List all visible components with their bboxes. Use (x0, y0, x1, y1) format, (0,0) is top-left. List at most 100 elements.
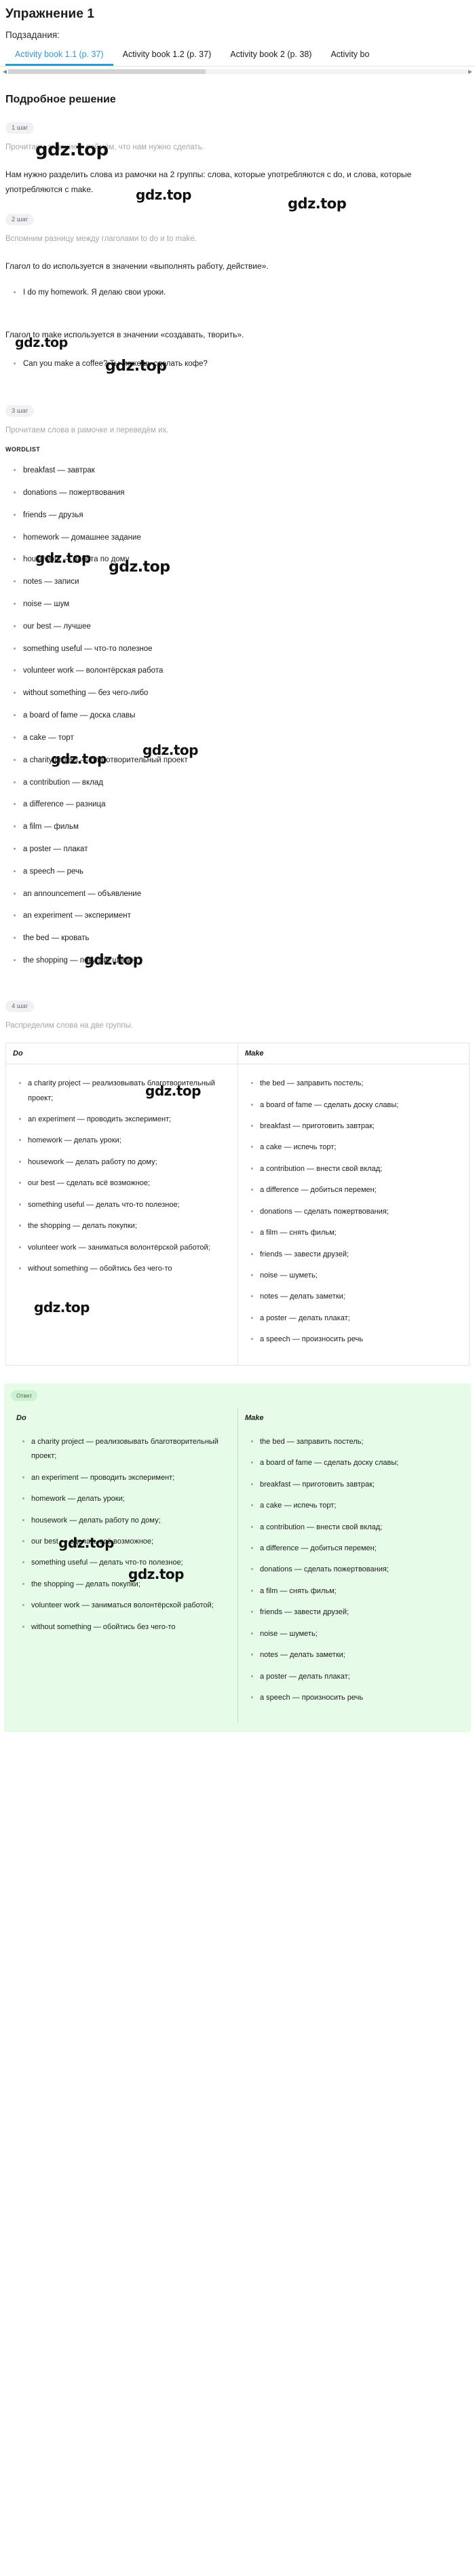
list-item: a speech — речь (14, 866, 470, 878)
list-item: a poster — делать плакат; (251, 1311, 465, 1326)
subtask-tabs: Activity book 1.1 (p. 37) Activity book 1… (0, 47, 475, 76)
answer-make-item-list: the bed — заправить постель; a board of f… (242, 1435, 461, 1706)
list-item: a contribution — внести свой вклад; (251, 1162, 465, 1176)
do-item-list: a charity project — реализовывать благот… (10, 1077, 233, 1276)
make-item-list: the bed — заправить постель; a board of f… (242, 1077, 465, 1347)
tab-list[interactable]: Activity book 1.1 (p. 37) Activity book 1… (0, 47, 475, 66)
list-item: Can you make a coffee? Ты можешь сделать… (14, 358, 470, 371)
list-item: our best — сделать всё возможное; (19, 1176, 233, 1191)
list-item: a contribution — внести свой вклад; (251, 1520, 461, 1535)
list-item: volunteer work — волонтёрская работа (14, 665, 470, 677)
list-item: a difference — добиться перемен; (251, 1542, 461, 1556)
list-item: noise — шум (14, 599, 470, 611)
list-item: without something — обойтись без чего-то (19, 1262, 233, 1276)
exercise-page: Упражнение 1 Подзадания: Activity book 1… (0, 0, 475, 1746)
list-item: a charity project — реализовывать благот… (22, 1435, 233, 1464)
list-item: our best — лучшее (14, 621, 470, 633)
list-item: volunteer work — заниматься волонтёрской… (19, 1241, 233, 1255)
list-item: a difference — разница (14, 799, 470, 811)
list-item: housework — делать работу по дому; (22, 1514, 233, 1528)
list-item: a poster — делать плакат; (251, 1670, 461, 1684)
list-item: a charity project — благотворительный пр… (14, 755, 470, 767)
tab-2[interactable]: Activity book 2 (p. 38) (221, 47, 321, 66)
step-2-example-make-list: Can you make a coffee? Ты можешь сделать… (0, 358, 475, 371)
list-item: I do my homework. Я делаю свои уроки. (14, 287, 470, 299)
answer-cell-do: a charity project — реализовывать благот… (10, 1428, 238, 1652)
list-item: the bed — заправить постель; (251, 1077, 465, 1091)
wordlist-items: breakfast — завтрак donations — пожертвов… (0, 465, 475, 967)
list-item: the shopping — делать покупки; (19, 1219, 233, 1233)
step-1-body: Нам нужно разделить слова из рамочки на … (5, 170, 412, 195)
answer-column-make: Make the bed — заправить постель; a board… (238, 1407, 466, 1723)
tab-1[interactable]: Activity book 1.2 (p. 37) (113, 47, 221, 66)
list-item: homework — делать уроки; (19, 1134, 233, 1148)
answer-do-make-table: Do a charity project — реализовывать бла… (10, 1407, 466, 1723)
scroll-right-arrow[interactable]: ▶ (467, 69, 474, 75)
list-item: a cake — торт (14, 732, 470, 745)
step-badge-3: 3 шаг (5, 405, 35, 417)
list-item: a contribution — вклад (14, 777, 470, 789)
list-item: the bed — кровать (14, 933, 470, 945)
answer-column-header-do: Do (16, 1413, 26, 1422)
list-item: housework — работа по дому (14, 554, 470, 566)
list-item: something useful — делать что-то полезно… (19, 1198, 233, 1212)
table-cell-do: a charity project — реализовывать благот… (6, 1064, 238, 1294)
scrollbar-track[interactable] (8, 69, 467, 74)
column-header-make: Make (238, 1043, 469, 1065)
answer-cell-make: the bed — заправить постель; a board of f… (238, 1428, 466, 1723)
solution-heading: Подробное решение (5, 94, 116, 105)
list-item: housework — делать работу по дому; (19, 1155, 233, 1170)
scroll-left-arrow[interactable]: ◀ (1, 69, 8, 75)
list-item: without something — без чего-либо (14, 688, 470, 700)
list-item: donations — сделать пожертвования; (251, 1205, 465, 1219)
answer-column-header-make: Make (245, 1413, 264, 1422)
answer-column-do: Do a charity project — реализовывать бла… (10, 1408, 238, 1723)
list-item: friends — завести друзей; (251, 1605, 461, 1620)
list-item: a speech — произносить речь (251, 1332, 465, 1347)
list-item: something useful — делать что-то полезно… (22, 1556, 233, 1570)
list-item: noise — шуметь; (251, 1627, 461, 1641)
tabs-scrollbar[interactable]: ◀ ▶ (0, 67, 475, 76)
step-4-instruction: Распределим слова на две группы. (5, 1021, 134, 1030)
list-item: homework — делать уроки; (22, 1492, 233, 1506)
list-item: volunteer work — заниматься волонтёрской… (22, 1599, 233, 1613)
list-item: a board of fame — доска славы (14, 710, 470, 722)
step-2-example-do-list: I do my homework. Я делаю свои уроки. (0, 287, 475, 299)
list-item: an experiment — проводить эксперимент; (19, 1113, 233, 1127)
step-3-instruction: Прочитаем слова в рамочке и переведём их… (5, 426, 169, 434)
list-item: notes — записи (14, 576, 470, 589)
list-item: the bed — заправить постель; (251, 1435, 461, 1449)
list-item: the shopping — делать покупки; (22, 1578, 233, 1592)
list-item: a board of fame — сделать доску славы; (251, 1456, 461, 1470)
list-item: donations — пожертвования (14, 487, 470, 500)
list-item: a film — фильм (14, 821, 470, 834)
tab-0[interactable]: Activity book 1.1 (p. 37) (5, 47, 113, 66)
column-header-do: Do (6, 1043, 238, 1065)
step-2-body-make: Глагол to make используется в значении «… (5, 329, 244, 339)
subtasks-label: Подзадания: (5, 30, 60, 40)
list-item: a speech — произносить речь (251, 1691, 461, 1705)
list-item: a film — снять фильм; (251, 1226, 465, 1240)
list-item: something useful — что-то полезное (14, 643, 470, 656)
list-item: a cake — испечь торт; (251, 1140, 465, 1155)
list-item: homework — домашнее задание (14, 532, 470, 544)
list-item: noise — шуметь; (251, 1269, 465, 1283)
list-item: a difference — добиться перемен; (251, 1183, 465, 1197)
list-item: an announcement — объявление (14, 889, 470, 901)
tab-3[interactable]: Activity bo (321, 47, 379, 66)
list-item: friends — друзья (14, 510, 470, 522)
list-item: breakfast — завтрак (14, 465, 470, 477)
table-column-make: Make the bed — заправить постель; a board… (238, 1043, 469, 1365)
list-item: our best — сделать всё возможное; (22, 1535, 233, 1549)
table-column-do: Do a charity project — реализовывать бла… (6, 1043, 238, 1365)
answer-badge: Ответ (11, 1389, 38, 1401)
step-badge-1: 1 шаг (5, 122, 35, 134)
table-cell-make: the bed — заправить постель; a board of f… (238, 1064, 469, 1365)
list-item: a board of fame — сделать доску славы; (251, 1098, 465, 1113)
watermark: gdz.top (288, 195, 347, 212)
list-item: without something — обойтись без чего-то (22, 1620, 233, 1635)
list-item: breakfast — приготовить завтрак; (251, 1119, 465, 1134)
list-item: friends — завести друзей; (251, 1248, 465, 1262)
step-badge-4: 4 шаг (5, 1000, 35, 1012)
scrollbar-thumb[interactable] (8, 69, 206, 74)
